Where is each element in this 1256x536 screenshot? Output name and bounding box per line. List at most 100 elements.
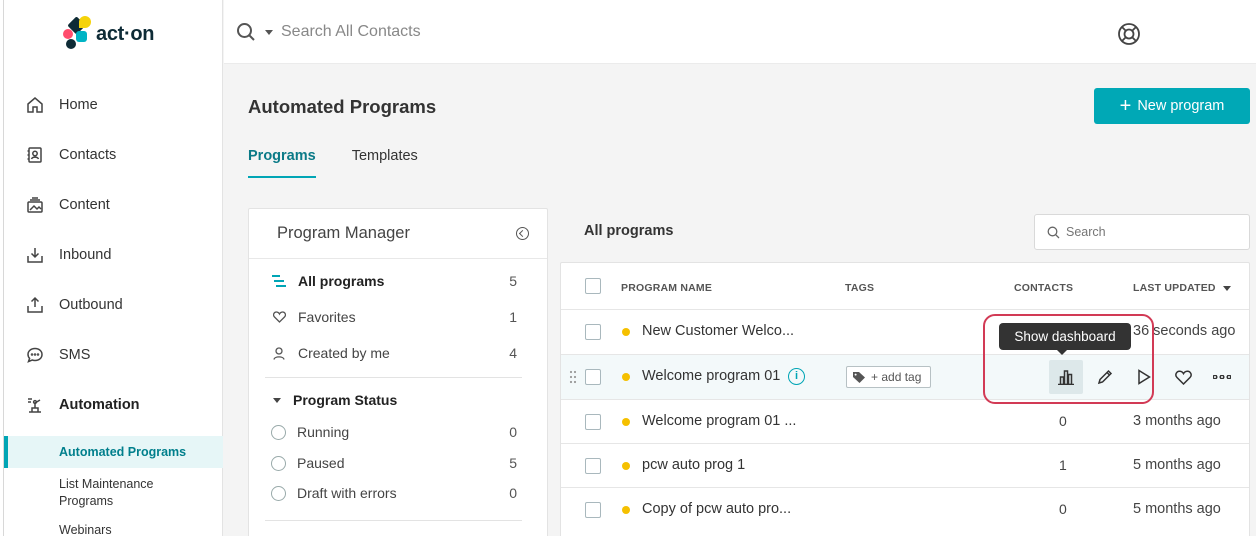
sms-icon: [27, 347, 43, 363]
page-title: Automated Programs: [248, 96, 437, 117]
favorite-button[interactable]: [1166, 360, 1200, 394]
sidebar-nav: Home Contacts Content Inbound Outbound S…: [4, 80, 223, 536]
add-tag-button[interactable]: + add tag: [846, 366, 931, 388]
new-program-button[interactable]: + New program: [1094, 88, 1250, 124]
tag-icon: [853, 371, 865, 383]
outbound-icon: [27, 296, 43, 313]
content-icon: [27, 197, 43, 213]
radio-button[interactable]: [271, 485, 286, 501]
more-horizontal-icon: [1213, 375, 1231, 379]
sidebar-item-home[interactable]: Home: [4, 80, 223, 130]
program-name[interactable]: Welcome program 01: [642, 368, 780, 384]
sidebar-item-contacts[interactable]: Contacts: [4, 130, 223, 180]
pencil-icon: [1097, 369, 1113, 385]
heart-icon: [1174, 369, 1192, 385]
info-icon[interactable]: i: [788, 368, 805, 385]
contacts-count: 0: [1059, 413, 1067, 429]
program-manager-title: Program Manager: [277, 224, 410, 242]
more-options-button[interactable]: [1205, 360, 1239, 394]
sidebar-item-inbound[interactable]: Inbound: [4, 230, 223, 280]
sidebar-subitem-list-maintenance-programs[interactable]: List Maintenance Programs: [4, 476, 164, 510]
status-count: 0: [509, 485, 517, 501]
sidebar-subitem-automated-programs[interactable]: Automated Programs: [4, 436, 223, 468]
radio-button[interactable]: [271, 455, 286, 471]
filter-label: Favorites: [298, 309, 356, 325]
sidebar-item-automation[interactable]: Automation: [4, 380, 223, 430]
status-running[interactable]: Running 0: [271, 420, 521, 444]
bar-chart-icon: [1058, 370, 1074, 385]
status-count: 5: [509, 455, 517, 471]
sidebar-item-content[interactable]: Content: [4, 180, 223, 230]
program-status-title: Program Status: [293, 392, 398, 408]
acton-logo[interactable]: act·on: [60, 16, 155, 52]
sidebar-item-label: SMS: [59, 347, 91, 363]
status-count: 0: [509, 424, 517, 440]
tab-programs[interactable]: Programs: [248, 148, 316, 178]
help-lifebuoy-icon[interactable]: [1117, 22, 1141, 46]
status-paused[interactable]: Paused 5: [271, 451, 521, 475]
start-program-button[interactable]: [1127, 360, 1161, 394]
table-row[interactable]: pcw auto prog 1 1 5 months ago: [561, 444, 1249, 488]
row-checkbox[interactable]: [585, 502, 601, 518]
filter-favorites[interactable]: Favorites 1: [271, 305, 521, 329]
row-checkbox[interactable]: [585, 324, 601, 340]
top-bar: Search All Contacts: [224, 0, 1256, 64]
sidebar-item-label: Outbound: [59, 297, 123, 313]
column-header-label: LAST UPDATED: [1133, 282, 1216, 294]
edit-button[interactable]: [1088, 360, 1122, 394]
table-row[interactable]: Copy of pcw auto pro... 0 5 months ago: [561, 488, 1249, 532]
sidebar-item-outbound[interactable]: Outbound: [4, 280, 223, 330]
program-name[interactable]: Copy of pcw auto pro...: [642, 501, 791, 517]
program-name[interactable]: New Customer Welco...: [642, 323, 794, 339]
filter-label: All programs: [298, 273, 385, 289]
divider: [265, 377, 522, 378]
select-all-checkbox[interactable]: [585, 278, 601, 294]
status-label: Running: [297, 424, 350, 440]
sidebar-subitem-webinars[interactable]: Webinars: [4, 523, 223, 536]
program-manager-panel: Program Manager All programs 5 Favorites…: [248, 208, 548, 536]
program-manager-header: Program Manager: [249, 209, 547, 259]
show-dashboard-button[interactable]: [1049, 360, 1083, 394]
show-dashboard-tooltip: Show dashboard: [999, 323, 1131, 355]
sidebar-item-sms[interactable]: SMS: [4, 330, 223, 380]
sort-desc-icon: [1222, 285, 1231, 291]
contacts-icon: [27, 147, 42, 163]
column-header-program-name[interactable]: PROGRAM NAME: [621, 282, 712, 294]
automation-icon: [28, 398, 41, 413]
table-row[interactable]: Welcome program 01 ... 0 3 months ago: [561, 400, 1249, 444]
status-dot-paused: [622, 506, 630, 514]
home-icon: [27, 97, 43, 113]
row-checkbox[interactable]: [585, 458, 601, 474]
drag-handle-icon[interactable]: [569, 370, 577, 384]
filter-all-programs[interactable]: All programs 5: [271, 269, 521, 293]
status-dot-paused: [622, 462, 630, 470]
programs-table: PROGRAM NAME TAGS CONTACTS LAST UPDATED …: [560, 262, 1250, 536]
program-search-input[interactable]: [1066, 225, 1236, 239]
contacts-count: 0: [1059, 501, 1067, 517]
sidebar-item-label: Inbound: [59, 247, 112, 263]
radio-button[interactable]: [271, 424, 286, 440]
status-draft-with-errors[interactable]: Draft with errors 0: [271, 481, 521, 505]
column-header-last-updated[interactable]: LAST UPDATED: [1133, 282, 1231, 294]
table-row[interactable]: New Customer Welco... 36 seconds ago: [561, 310, 1249, 354]
status-dot-paused: [622, 373, 630, 381]
global-search[interactable]: Search All Contacts: [236, 22, 421, 42]
search-scope-dropdown-icon[interactable]: [265, 29, 273, 35]
program-status-toggle[interactable]: Program Status: [273, 392, 397, 408]
filter-created-by-me[interactable]: Created by me 4: [271, 341, 521, 365]
sidebar-item-label: Content: [59, 197, 110, 213]
tab-templates[interactable]: Templates: [352, 148, 418, 178]
column-header-contacts[interactable]: CONTACTS: [1014, 282, 1073, 294]
program-name[interactable]: pcw auto prog 1: [642, 457, 745, 473]
add-tag-label: + add tag: [871, 370, 922, 384]
page-tabs: Programs Templates: [248, 148, 454, 178]
collapse-panel-icon[interactable]: [516, 227, 529, 240]
row-checkbox[interactable]: [585, 369, 601, 385]
program-name[interactable]: Welcome program 01 ...: [642, 413, 796, 429]
last-updated: 36 seconds ago: [1133, 323, 1236, 339]
inbound-icon: [27, 248, 43, 263]
sidebar-item-label: Home: [59, 97, 98, 113]
table-row[interactable]: Welcome program 01 i + add tag: [561, 355, 1249, 399]
row-checkbox[interactable]: [585, 414, 601, 430]
program-search[interactable]: [1034, 214, 1250, 250]
